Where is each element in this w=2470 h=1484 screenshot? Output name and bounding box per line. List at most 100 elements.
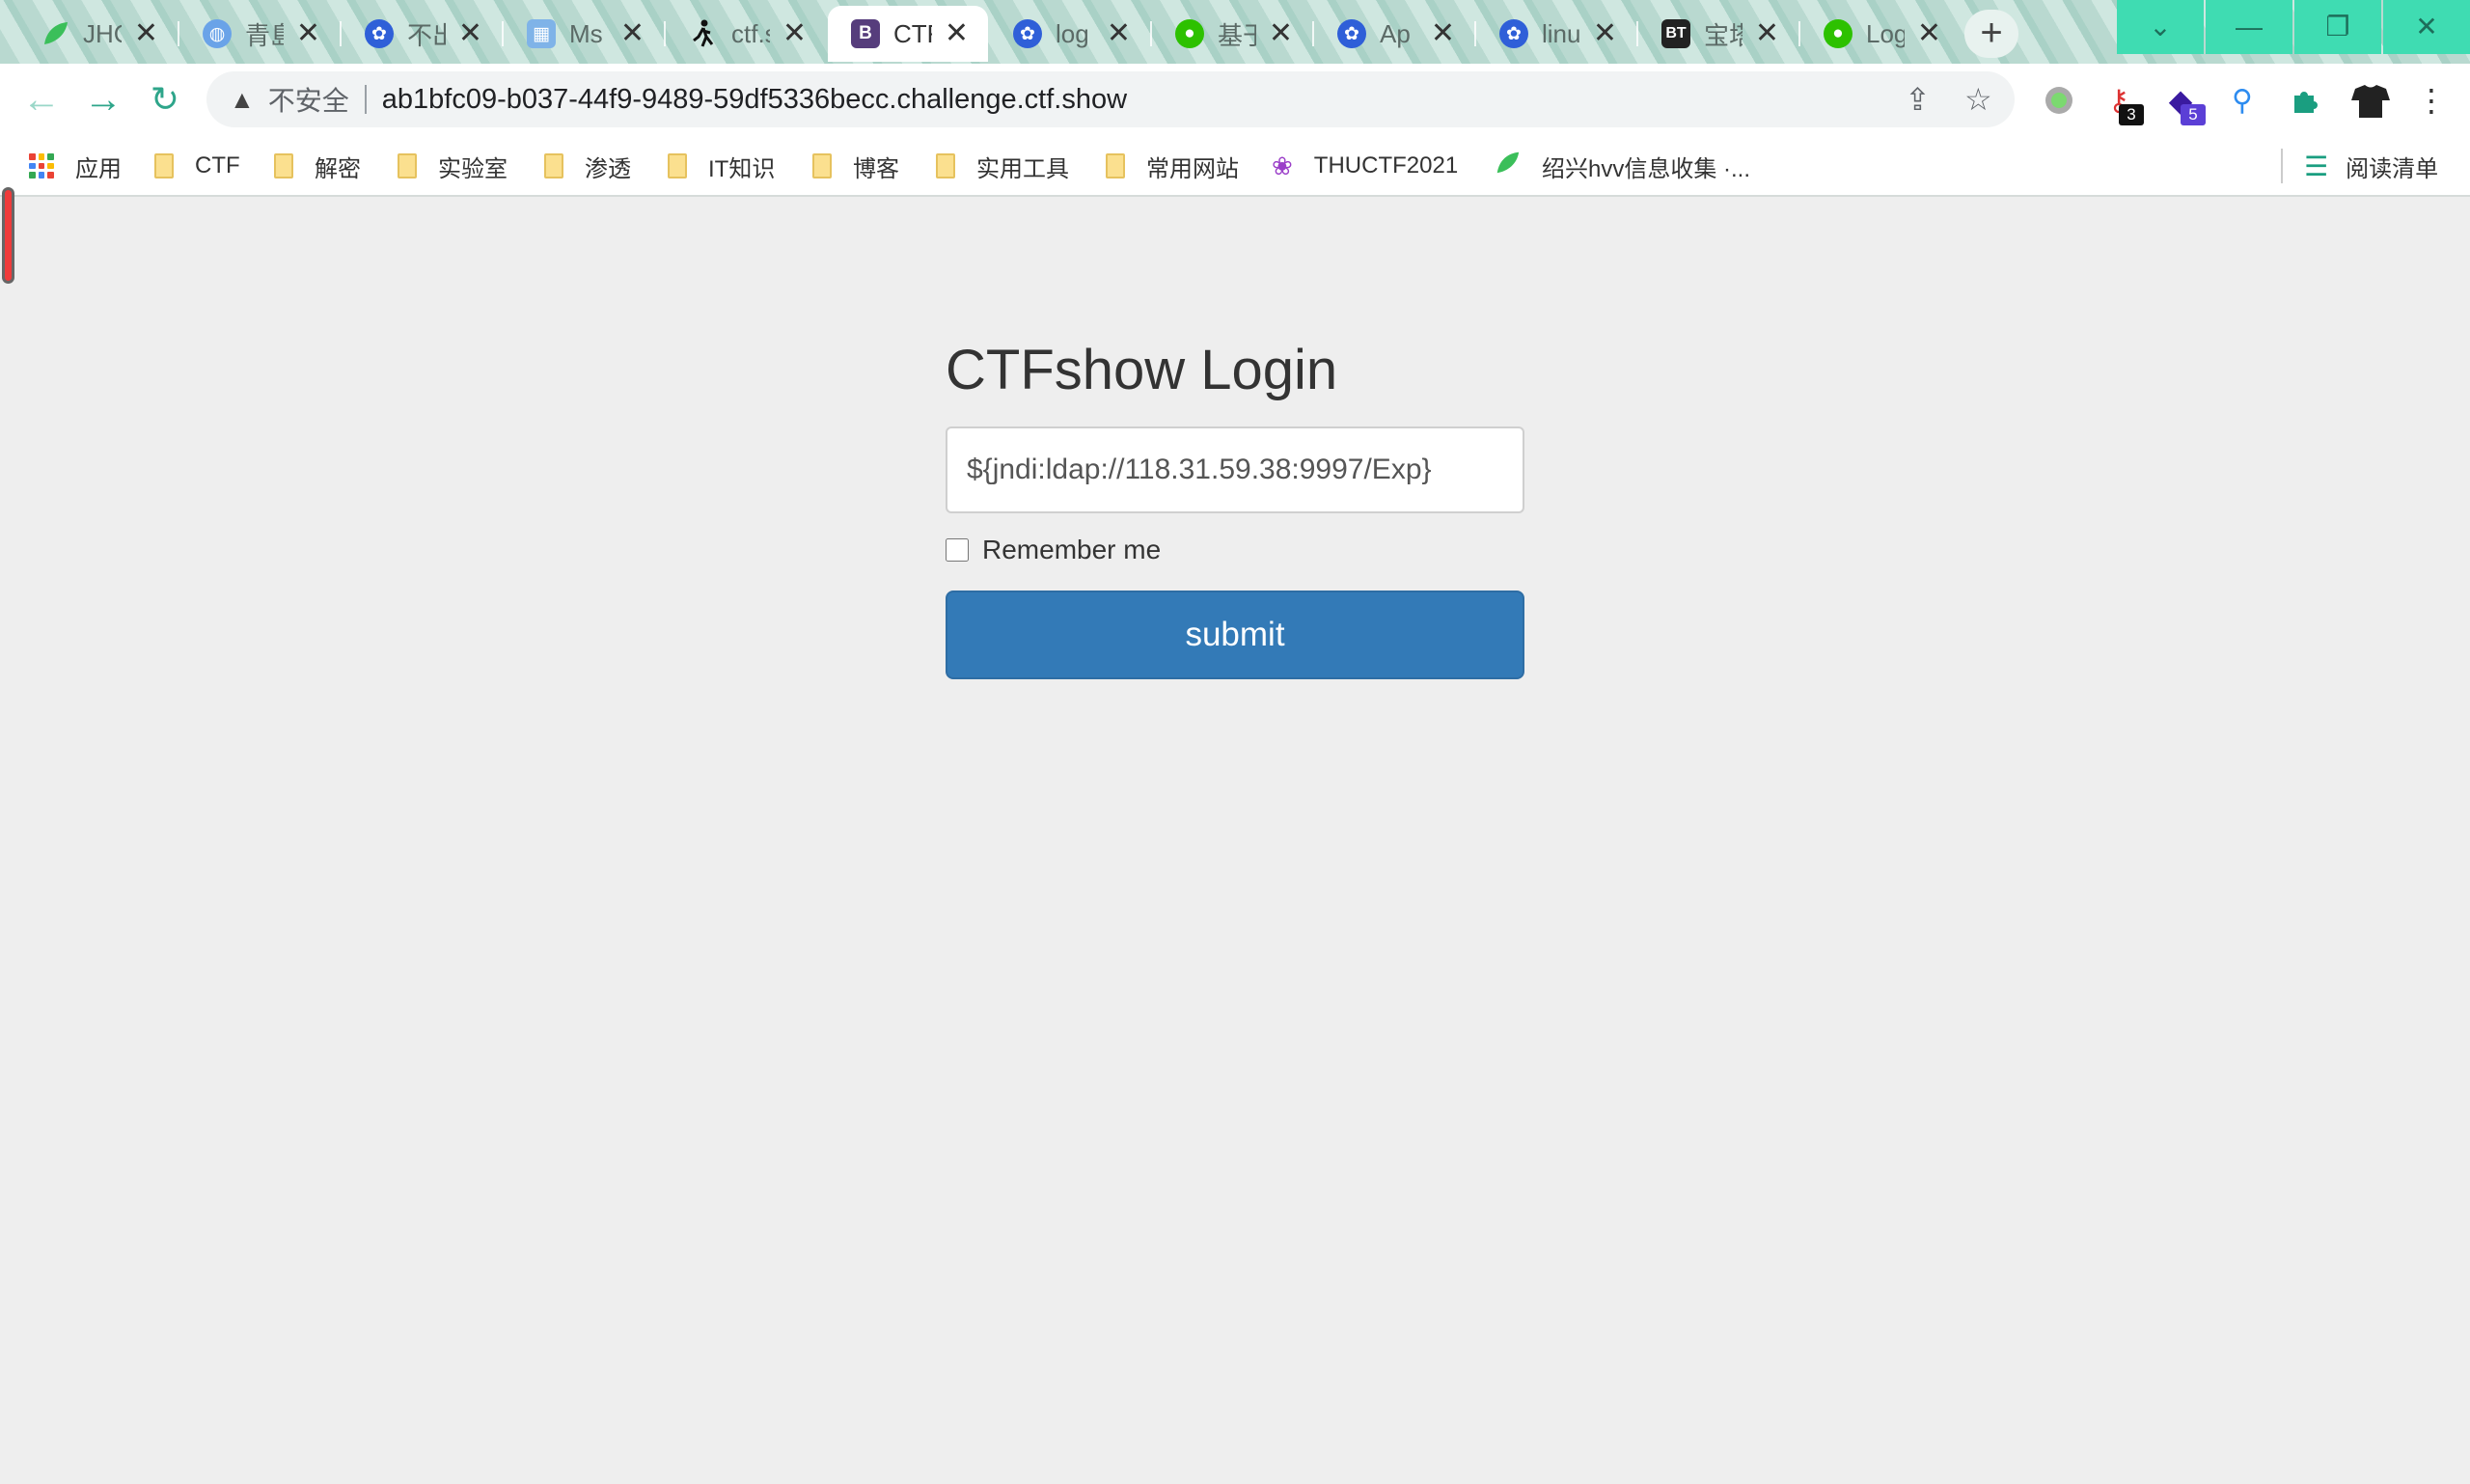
page-title: CTFshow Login: [946, 339, 1338, 401]
tab-title: 宝塔: [1704, 20, 1743, 50]
remember-me[interactable]: Remember me: [946, 535, 1161, 565]
bookmark-folder-it[interactable]: IT知识: [668, 147, 775, 185]
bookmark-label: 实用工具: [976, 155, 1069, 182]
bookmark-label: 渗透: [585, 155, 631, 182]
close-icon[interactable]: ✕: [296, 17, 320, 50]
tab-search-button[interactable]: ⌄: [2117, 0, 2204, 54]
minimize-button[interactable]: —: [2206, 0, 2292, 54]
bookmark-label: 实验室: [438, 155, 508, 182]
extension-stack-icon[interactable]: ◆ 5: [2161, 81, 2206, 125]
extension-pin-icon[interactable]: ⚲: [2223, 81, 2262, 120]
image-icon: ▦: [527, 19, 556, 48]
tab-title: 基于: [1218, 20, 1256, 50]
browser-toolbar: ← → ↻ ▲ 不安全 ab1bfc09-b037-44f9-9489-59df…: [0, 64, 2470, 137]
remember-me-label: Remember me: [982, 535, 1162, 564]
bookmark-label: 绍兴hvv信息收集 ·...: [1542, 155, 1751, 182]
tab-jhc[interactable]: JHC ✕: [17, 6, 178, 62]
scrollbar-thumb[interactable]: [2, 187, 14, 284]
close-icon[interactable]: ✕: [1107, 17, 1131, 50]
bookmark-folder-jiemi[interactable]: 解密: [274, 147, 361, 185]
folder-icon: [812, 153, 832, 179]
tab-linu[interactable]: ✿ linu ✕: [1476, 6, 1636, 62]
folder-icon: [398, 153, 417, 179]
tab-title: Log: [1866, 18, 1905, 48]
bookmark-folder-blog[interactable]: 博客: [812, 147, 899, 185]
bookmark-label: 应用: [75, 155, 122, 182]
globe-icon: ◍: [203, 19, 232, 48]
tab-log2[interactable]: ● Log ✕: [1800, 6, 1961, 62]
tab-qingdao[interactable]: ◍ 青島 ✕: [179, 6, 340, 62]
bt-icon: BT: [1661, 19, 1690, 48]
wechat-icon: ●: [1824, 19, 1852, 48]
bookmark-thuctf[interactable]: ❀ THUCTF2021: [1272, 147, 1458, 185]
new-tab-button[interactable]: +: [1964, 10, 2018, 58]
reading-list-button[interactable]: ☰ 阅读清单: [2304, 147, 2438, 185]
tab-title: Ap: [1380, 18, 1411, 48]
close-icon[interactable]: ✕: [1755, 17, 1779, 50]
close-icon[interactable]: ✕: [945, 17, 969, 50]
close-icon[interactable]: ✕: [134, 17, 158, 50]
close-icon[interactable]: ✕: [1269, 17, 1293, 50]
url-text[interactable]: ab1bfc09-b037-44f9-9489-59df5336becc.cha…: [382, 84, 1127, 116]
apps-icon: [29, 153, 54, 179]
tab-baota[interactable]: BT 宝塔 ✕: [1638, 6, 1798, 62]
forward-button[interactable]: →: [81, 77, 125, 122]
extension-badge: 3: [2119, 104, 2144, 125]
bookmark-star-icon[interactable]: ☆: [1964, 81, 1992, 118]
tab-ms[interactable]: ▦ Ms ✕: [504, 6, 664, 62]
bookmark-folder-lab[interactable]: 实验室: [398, 147, 508, 185]
extensions-puzzle-icon[interactable]: [2285, 81, 2323, 120]
green-leaf-icon: [41, 19, 69, 48]
close-window-button[interactable]: ✕: [2383, 0, 2470, 54]
bookmark-label: 解密: [315, 155, 361, 182]
wechat-icon: ●: [1175, 19, 1204, 48]
baidu-icon: ✿: [1337, 19, 1366, 48]
close-icon[interactable]: ✕: [620, 17, 645, 50]
close-icon[interactable]: ✕: [1917, 17, 1941, 50]
baidu-icon: ✿: [1499, 19, 1528, 48]
reload-button[interactable]: ↻: [143, 77, 187, 122]
lotus-icon: ❀: [1272, 151, 1293, 180]
bookmark-apps[interactable]: 应用: [29, 147, 122, 185]
tab-title: JHC: [83, 18, 122, 48]
extension-key-icon[interactable]: ⚷ 3: [2100, 81, 2144, 125]
close-icon[interactable]: ✕: [782, 17, 807, 50]
tab-ap[interactable]: ✿ Ap ✕: [1314, 6, 1474, 62]
extension-badge: 5: [2181, 104, 2206, 125]
runner-icon: [689, 19, 718, 48]
baidu-icon: ✿: [1013, 19, 1042, 48]
close-icon[interactable]: ✕: [458, 17, 482, 50]
restore-button[interactable]: ❐: [2294, 0, 2381, 54]
tab-title: 青島: [245, 20, 284, 50]
bootstrap-icon: B: [851, 19, 880, 48]
back-button[interactable]: ←: [19, 77, 64, 122]
bookmark-folder-sites[interactable]: 常用网站: [1106, 147, 1239, 185]
tab-ctf-active[interactable]: B CTF ✕: [828, 6, 988, 62]
insecure-label: 不安全: [267, 86, 349, 116]
username-input[interactable]: [946, 426, 1524, 513]
share-icon[interactable]: ⇪: [1905, 81, 1931, 118]
bookmark-folder-tools[interactable]: 实用工具: [936, 147, 1069, 185]
menu-kebab-icon[interactable]: ⋮: [2412, 81, 2451, 120]
folder-icon: [936, 153, 955, 179]
bookmark-shaoxing[interactable]: 绍兴hvv信息收集 ·...: [1494, 147, 1750, 185]
address-bar[interactable]: ▲ 不安全 ab1bfc09-b037-44f9-9489-59df5336be…: [206, 71, 2015, 127]
bookmarks-bar: 应用 CTF 解密 实验室 渗透 IT知识 博客 实用工具 常用网站 ❀ THU…: [0, 137, 2470, 197]
green-leaf-icon: [1494, 150, 1521, 183]
folder-icon: [274, 153, 293, 179]
bookmark-folder-pentest[interactable]: 渗透: [544, 147, 631, 185]
folder-icon: [668, 153, 687, 179]
bookmark-folder-ctf[interactable]: CTF: [154, 147, 240, 185]
tab-ctfs[interactable]: ctf.s ✕: [666, 6, 826, 62]
tab-log[interactable]: ✿ log ✕: [990, 6, 1150, 62]
remember-me-checkbox[interactable]: [946, 538, 969, 562]
close-icon[interactable]: ✕: [1593, 17, 1617, 50]
tab-title: 不出: [407, 20, 446, 50]
bookmark-label: THUCTF2021: [1313, 152, 1459, 179]
submit-button[interactable]: submit: [946, 591, 1524, 679]
profile-avatar[interactable]: [2346, 81, 2395, 120]
close-icon[interactable]: ✕: [1431, 17, 1455, 50]
extension-circle-icon[interactable]: [2040, 81, 2078, 120]
tab-jiyu[interactable]: ● 基于 ✕: [1152, 6, 1312, 62]
tab-buchu[interactable]: ✿ 不出 ✕: [342, 6, 502, 62]
